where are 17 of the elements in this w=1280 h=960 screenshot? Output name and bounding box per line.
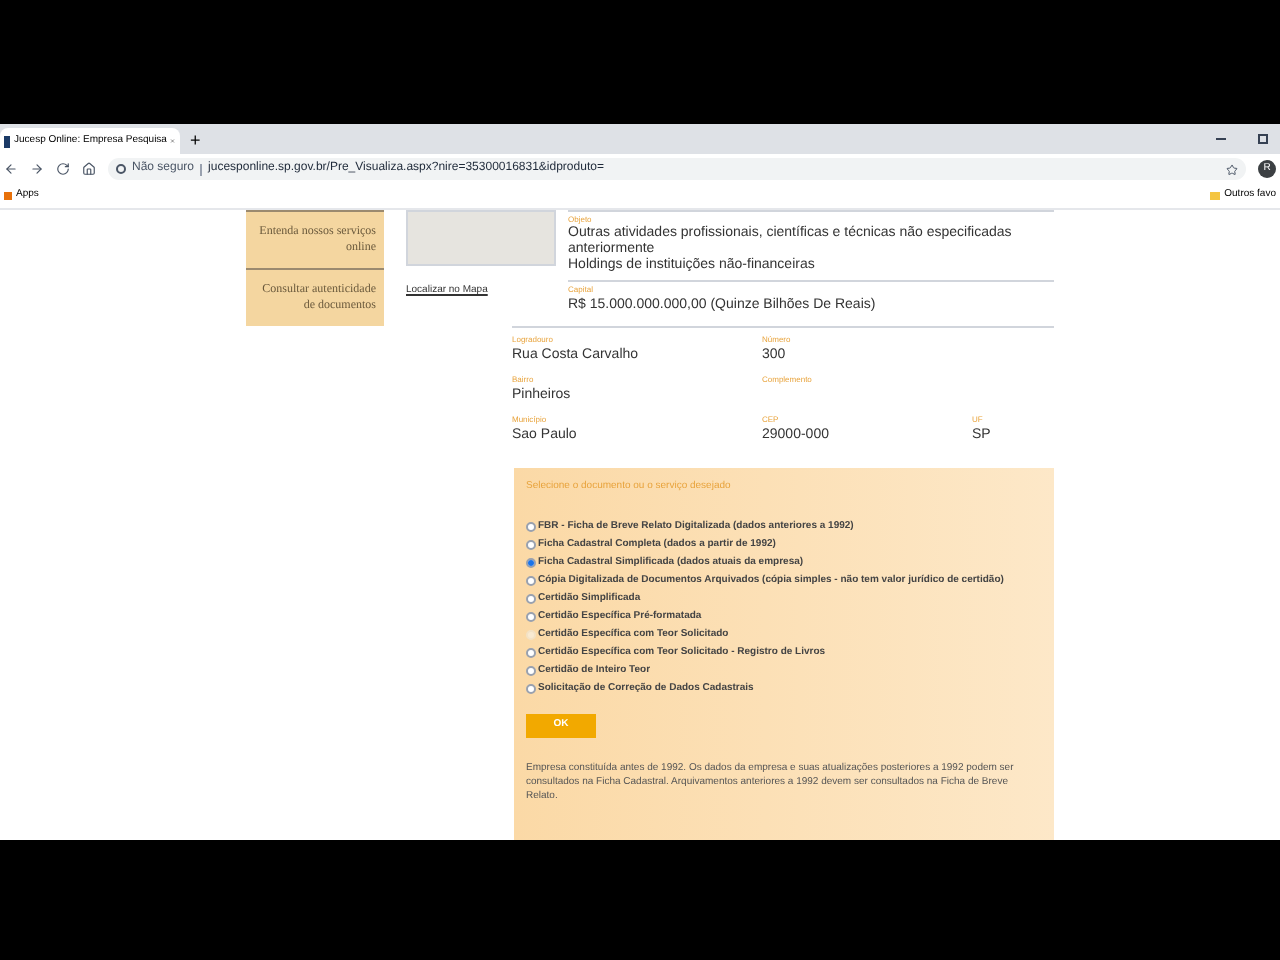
back-arrow-icon[interactable] [4,162,18,176]
radio-button[interactable] [526,576,536,586]
radio-button[interactable] [526,612,536,622]
star-icon[interactable] [1226,163,1238,175]
radio-button[interactable] [526,648,536,658]
radio-button[interactable] [526,666,536,676]
radio-button[interactable] [526,684,536,694]
radio-button[interactable] [526,594,536,604]
home-icon[interactable] [82,162,96,176]
radio-button[interactable] [526,558,536,568]
site-favicon-icon [4,135,11,147]
reload-icon[interactable] [56,162,70,176]
forward-arrow-icon[interactable] [30,162,44,176]
radio-button[interactable] [526,540,536,550]
radio-button[interactable] [526,522,536,532]
new-tab-button[interactable]: + [180,128,211,154]
restore-icon[interactable] [1258,134,1268,144]
